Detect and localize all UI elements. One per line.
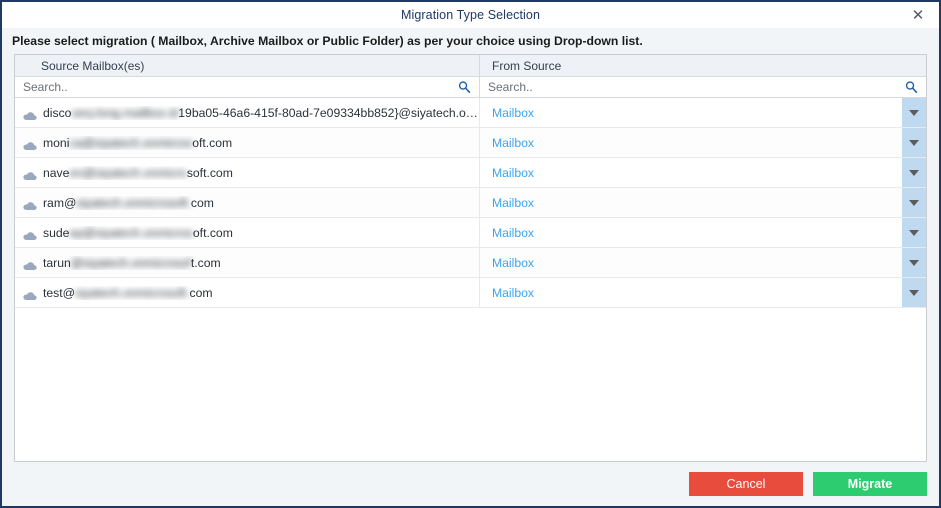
redacted-text: very.long.mailbox.id: [71, 106, 178, 120]
redacted-text: @siyatech.onmicrosof: [71, 256, 191, 270]
mailbox-address: tarun@siyatech.onmicrosoft.com: [43, 256, 221, 270]
cancel-button[interactable]: Cancel: [689, 472, 803, 496]
migration-type-dropdown[interactable]: [902, 98, 926, 127]
cloud-icon: [23, 288, 37, 298]
chevron-down-icon: [909, 110, 919, 116]
instruction-text: Please select migration ( Mailbox, Archi…: [12, 34, 643, 48]
table-body: discovery.long.mailbox.id19ba05-46a6-415…: [15, 98, 926, 461]
redacted-text: en@siyatech.onmicro: [69, 166, 186, 180]
chevron-down-icon: [909, 200, 919, 206]
mailbox-address: ram@siyatech.onmicrosoft.com: [43, 196, 214, 210]
chevron-down-icon: [909, 170, 919, 176]
cell-source-mailbox: ram@siyatech.onmicrosoft.com: [15, 188, 480, 217]
column-header-from-source-label: From Source: [492, 59, 561, 73]
mailbox-address: monica@siyatech.onmicrosoft.com: [43, 136, 232, 150]
table-row[interactable]: tarun@siyatech.onmicrosoft.com Mailbox: [15, 248, 926, 278]
cloud-icon: [23, 228, 37, 238]
column-header-source-label: Source Mailbox(es): [41, 59, 144, 73]
migration-type-dropdown[interactable]: [902, 188, 926, 217]
mailbox-table: Source Mailbox(es) From Source: [14, 54, 927, 462]
cell-from-source: Mailbox: [480, 248, 926, 277]
column-header-source: Source Mailbox(es): [15, 55, 480, 76]
table-row[interactable]: ram@siyatech.onmicrosoft.com Mailbox: [15, 188, 926, 218]
table-header-row: Source Mailbox(es) From Source: [15, 55, 926, 77]
table-row[interactable]: test@siyatech.onmicrosoft.com Mailbox: [15, 278, 926, 308]
cell-from-source: Mailbox: [480, 158, 926, 187]
migrate-button[interactable]: Migrate: [813, 472, 927, 496]
redacted-text: ep@siyatech.onmicros: [69, 226, 192, 240]
cell-from-source: Mailbox: [480, 278, 926, 307]
cloud-icon: [23, 108, 37, 118]
migration-type-dropdown[interactable]: [902, 248, 926, 277]
migration-type-dropdown[interactable]: [902, 158, 926, 187]
cloud-icon: [23, 138, 37, 148]
search-cell-source: [15, 77, 480, 97]
search-input-source[interactable]: [15, 77, 479, 97]
migration-type-dropdown[interactable]: [902, 278, 926, 307]
table-row[interactable]: discovery.long.mailbox.id19ba05-46a6-415…: [15, 98, 926, 128]
table-row[interactable]: naveen@siyatech.onmicrosoft.com Mailbox: [15, 158, 926, 188]
cell-from-source: Mailbox: [480, 98, 926, 127]
migration-type-value: Mailbox: [480, 106, 534, 120]
cell-from-source: Mailbox: [480, 188, 926, 217]
mailbox-address: naveen@siyatech.onmicrosoft.com: [43, 166, 233, 180]
column-header-from-source: From Source: [480, 55, 926, 76]
migration-type-value: Mailbox: [480, 136, 534, 150]
migration-type-value: Mailbox: [480, 286, 534, 300]
migration-type-value: Mailbox: [480, 166, 534, 180]
chevron-down-icon: [909, 230, 919, 236]
page-title: Migration Type Selection: [401, 8, 540, 22]
cell-source-mailbox: sudeep@siyatech.onmicrosoft.com: [15, 218, 480, 247]
cell-from-source: Mailbox: [480, 128, 926, 157]
redacted-text: siyatech.onmicrosoft.: [75, 286, 189, 300]
mailbox-address: discovery.long.mailbox.id19ba05-46a6-415…: [43, 106, 479, 120]
chevron-down-icon: [909, 140, 919, 146]
mailbox-address: test@siyatech.onmicrosoft.com: [43, 286, 213, 300]
cell-source-mailbox: naveen@siyatech.onmicrosoft.com: [15, 158, 480, 187]
cell-source-mailbox: tarun@siyatech.onmicrosoft.com: [15, 248, 480, 277]
cloud-icon: [23, 198, 37, 208]
table-search-row: [15, 77, 926, 98]
mailbox-address: sudeep@siyatech.onmicrosoft.com: [43, 226, 233, 240]
cell-from-source: Mailbox: [480, 218, 926, 247]
cloud-icon: [23, 168, 37, 178]
chevron-down-icon: [909, 260, 919, 266]
close-icon[interactable]: ✕: [903, 2, 933, 28]
instruction-bar: Please select migration ( Mailbox, Archi…: [2, 28, 939, 54]
chevron-down-icon: [909, 290, 919, 296]
cell-source-mailbox: test@siyatech.onmicrosoft.com: [15, 278, 480, 307]
cell-source-mailbox: discovery.long.mailbox.id19ba05-46a6-415…: [15, 98, 480, 127]
migration-type-value: Mailbox: [480, 196, 534, 210]
table-row[interactable]: monica@siyatech.onmicrosoft.com Mailbox: [15, 128, 926, 158]
redacted-text: ca@siyatech.onmicros: [69, 136, 192, 150]
cell-source-mailbox: monica@siyatech.onmicrosoft.com: [15, 128, 480, 157]
search-input-from-source[interactable]: [480, 77, 926, 97]
dialog-footer: Cancel Migrate: [2, 462, 939, 506]
title-bar: Migration Type Selection ✕: [2, 2, 939, 28]
cloud-icon: [23, 258, 37, 268]
migration-type-dropdown[interactable]: [902, 218, 926, 247]
search-cell-from-source: [480, 77, 926, 97]
migration-type-dropdown[interactable]: [902, 128, 926, 157]
table-row[interactable]: sudeep@siyatech.onmicrosoft.com Mailbox: [15, 218, 926, 248]
migration-dialog: Migration Type Selection ✕ Please select…: [0, 0, 941, 508]
redacted-text: siyatech.onmicrosoft.: [76, 196, 190, 210]
migration-type-value: Mailbox: [480, 256, 534, 270]
migration-type-value: Mailbox: [480, 226, 534, 240]
